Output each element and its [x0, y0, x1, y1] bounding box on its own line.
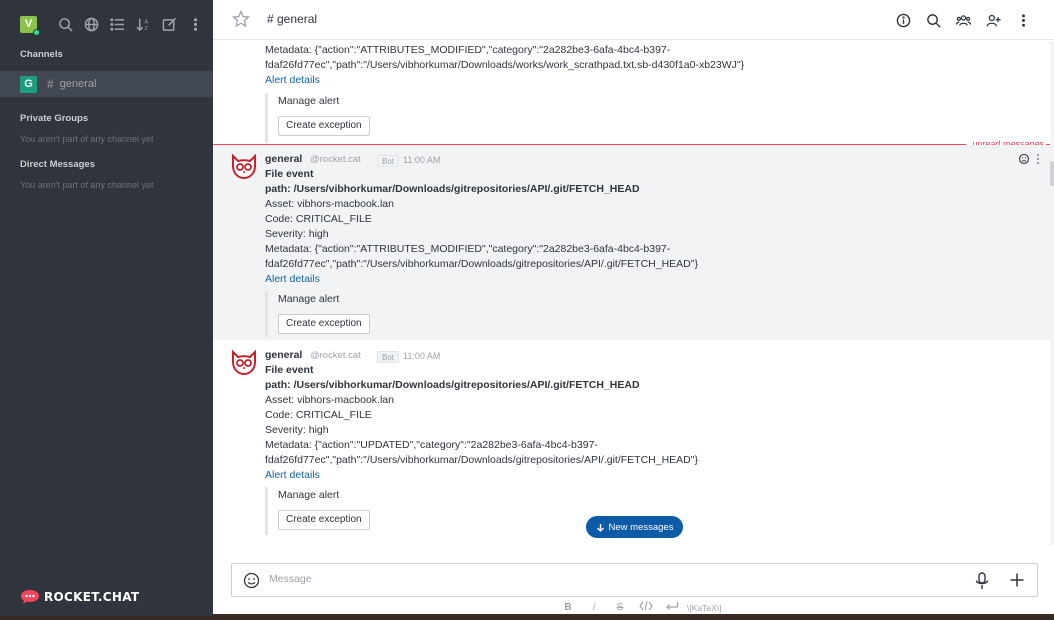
room-title: # general — [267, 12, 318, 26]
desktop-strip — [213, 614, 1054, 620]
event-code: Code: CRITICAL_FILE — [265, 213, 372, 225]
rocketchat-logo: ROCKET.CHAT — [20, 589, 139, 605]
private-groups-heading: Private Groups — [20, 113, 89, 124]
info-icon[interactable] — [892, 11, 914, 29]
room-header: # general — [213, 0, 1054, 40]
attachment-block: Manage alert Create exception — [265, 487, 465, 535]
metadata-line: Metadata: {"action":"ATTRIBUTES_MODIFIED… — [265, 243, 671, 255]
new-messages-button[interactable]: New messages — [586, 516, 683, 538]
add-user-icon[interactable] — [982, 11, 1004, 29]
message-item[interactable]: general @rocket.cat Bot 11:00 AM File ev… — [213, 341, 1050, 541]
manage-alert-label: Manage alert — [278, 95, 340, 107]
svg-text:Z: Z — [144, 26, 148, 32]
user-avatar-initial: V — [24, 17, 33, 30]
metadata-line: Metadata: {"action":"UPDATED","category"… — [265, 439, 598, 451]
event-title: File event — [265, 364, 314, 376]
search-icon[interactable] — [52, 14, 78, 34]
star-icon[interactable] — [231, 9, 251, 31]
emoji-icon[interactable] — [243, 572, 260, 589]
create-exception-button[interactable]: Create exception — [278, 116, 370, 136]
create-exception-button[interactable]: Create exception — [278, 314, 370, 334]
desktop-strip — [0, 616, 213, 620]
event-asset: Asset: vibhors-macbook.lan — [265, 198, 394, 210]
message-timestamp: 11:00 AM — [403, 155, 441, 165]
search-icon[interactable] — [922, 11, 944, 29]
multiline-enter-icon[interactable] — [659, 601, 685, 614]
hash-icon: # — [47, 77, 54, 91]
sidebar: V AZ Channels G # general Private Groups… — [0, 0, 213, 616]
svg-text:A: A — [144, 19, 148, 25]
new-messages-label: New messages — [608, 521, 674, 533]
logo-text: ROCKET.CHAT — [44, 590, 140, 604]
event-severity: Severity: high — [265, 228, 329, 240]
message-composer[interactable]: Message — [231, 563, 1038, 597]
code-icon[interactable] — [633, 601, 659, 614]
create-new-icon[interactable] — [156, 14, 182, 34]
italic-button[interactable]: i — [581, 602, 607, 613]
message-scrollbar[interactable] — [1050, 41, 1054, 545]
katex-button[interactable]: \[KaTeX\] — [687, 603, 722, 613]
add-reaction-icon[interactable] — [1018, 153, 1030, 165]
plus-icon[interactable] — [1009, 572, 1025, 588]
manage-alert-label: Manage alert — [278, 293, 340, 305]
bot-badge: Bot — [377, 155, 400, 167]
direct-messages-empty-note: You aren't part of any channel yet — [20, 180, 154, 190]
channels-heading: Channels — [20, 49, 63, 60]
message-item[interactable]: general @rocket.cat Bot 11:00 AM File ev… — [213, 145, 1050, 340]
metadata-line: fdaf26fd77ec","path":"/Users/vibhorkumar… — [265, 59, 745, 71]
app-window: V AZ Channels G # general Private Groups… — [0, 0, 1054, 620]
manage-alert-label: Manage alert — [278, 489, 340, 501]
rocket-cat-avatar — [232, 153, 256, 180]
rocket-cat-avatar — [232, 349, 256, 376]
user-avatar[interactable]: V — [20, 15, 40, 36]
online-status-dot — [33, 28, 40, 36]
sidebar-item-label: general — [59, 78, 97, 90]
message-username[interactable]: general — [265, 349, 302, 361]
metadata-line: Metadata: {"action":"ATTRIBUTES_MODIFIED… — [265, 44, 671, 56]
event-path: path: /Users/vibhorkumar/Downloads/gitre… — [265, 183, 640, 195]
alert-details-link[interactable]: Alert details — [265, 273, 320, 285]
microphone-icon[interactable] — [975, 572, 989, 590]
metadata-line: fdaf26fd77ec","path":"/Users/vibhorkumar… — [265, 454, 698, 466]
message-list: Metadata: {"action":"ATTRIBUTES_MODIFIED… — [213, 41, 1050, 545]
menu-kebab-icon[interactable] — [182, 14, 208, 34]
event-asset: Asset: vibhors-macbook.lan — [265, 394, 394, 406]
sort-icon[interactable]: AZ — [130, 14, 156, 34]
message-actions — [1018, 153, 1042, 165]
bot-badge: Bot — [377, 351, 400, 363]
message-item: Metadata: {"action":"ATTRIBUTES_MODIFIED… — [213, 41, 1050, 144]
event-title: File event — [265, 168, 314, 180]
channel-avatar: G — [20, 75, 37, 93]
message-handle: @rocket.cat — [310, 350, 361, 361]
message-timestamp: 11:00 AM — [403, 351, 441, 361]
message-input[interactable]: Message — [269, 573, 312, 585]
bold-button[interactable]: B — [555, 602, 581, 613]
sidebar-toolbar: V AZ — [0, 0, 213, 48]
alert-details-link[interactable]: Alert details — [265, 469, 320, 481]
formatting-toolbar: B i S \[KaTeX\] — [555, 601, 722, 614]
sidebar-item-general[interactable]: G # general — [0, 71, 213, 97]
scrollbar-thumb[interactable] — [1050, 161, 1054, 186]
message-handle: @rocket.cat — [310, 154, 361, 165]
alert-details-link[interactable]: Alert details — [265, 74, 320, 86]
metadata-line: fdaf26fd77ec","path":"/Users/vibhorkumar… — [265, 258, 698, 270]
event-code: Code: CRITICAL_FILE — [265, 409, 372, 421]
message-username[interactable]: general — [265, 153, 302, 165]
rocket-logo-icon — [21, 590, 39, 604]
create-exception-button[interactable]: Create exception — [278, 510, 370, 530]
private-groups-empty-note: You aren't part of any channel yet — [20, 134, 154, 144]
attachment-block: Manage alert Create exception — [265, 291, 465, 337]
directory-globe-icon[interactable] — [78, 14, 104, 34]
kebab-icon[interactable] — [1012, 11, 1034, 29]
strike-button[interactable]: S — [607, 602, 633, 613]
message-kebab-icon[interactable] — [1034, 153, 1042, 165]
arrow-down-icon — [596, 523, 604, 532]
attachment-block: Manage alert Create exception — [265, 93, 465, 143]
event-severity: Severity: high — [265, 424, 329, 436]
event-path: path: /Users/vibhorkumar/Downloads/gitre… — [265, 379, 640, 391]
members-icon[interactable] — [952, 11, 974, 29]
view-mode-list-icon[interactable] — [104, 14, 130, 34]
direct-messages-heading: Direct Messages — [20, 159, 95, 170]
